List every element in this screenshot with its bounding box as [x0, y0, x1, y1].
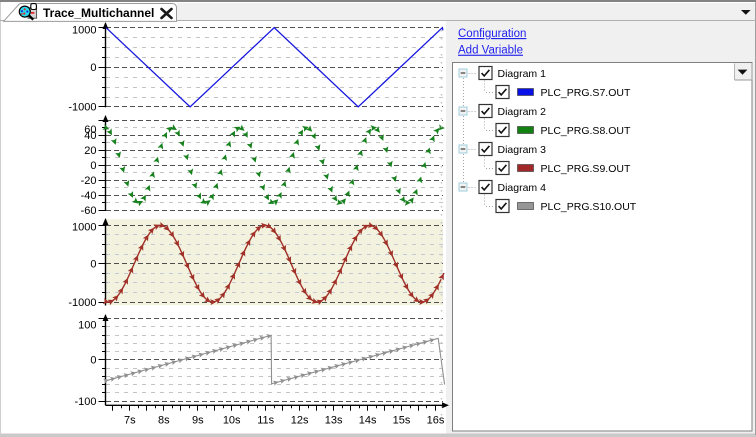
svg-text:Trace_Multichannel: Trace_Multichannel [43, 6, 154, 20]
svg-text:100: 100 [78, 320, 96, 332]
svg-text:Diagram 2: Diagram 2 [498, 106, 547, 118]
svg-text:0: 0 [90, 62, 96, 74]
svg-text:8s: 8s [158, 414, 170, 426]
svg-text:1000: 1000 [72, 25, 96, 37]
svg-text:12s: 12s [291, 414, 309, 426]
svg-text:0: 0 [90, 355, 96, 367]
svg-text:40: 40 [84, 130, 96, 142]
svg-text:11s: 11s [257, 414, 274, 426]
svg-text:-60: -60 [81, 205, 97, 217]
svg-text:Diagram 1: Diagram 1 [498, 68, 547, 80]
svg-text:Diagram 4: Diagram 4 [498, 182, 547, 194]
svg-text:PLC_PRG.S10.OUT: PLC_PRG.S10.OUT [541, 201, 637, 213]
svg-text:10s: 10s [223, 414, 241, 426]
svg-text:Configuration: Configuration [458, 28, 526, 40]
svg-text:0: 0 [90, 259, 96, 271]
svg-text:0: 0 [90, 160, 96, 172]
svg-text:PLC_PRG.S9.OUT: PLC_PRG.S9.OUT [541, 163, 631, 175]
svg-text:9s: 9s [192, 414, 204, 426]
svg-text:13s: 13s [325, 414, 343, 426]
svg-text:-1000: -1000 [68, 297, 96, 309]
svg-text:-20: -20 [81, 175, 97, 187]
svg-text:-100: -100 [74, 396, 96, 408]
svg-text:14s: 14s [359, 414, 377, 426]
svg-text:15s: 15s [393, 414, 411, 426]
svg-text:PLC_PRG.S8.OUT: PLC_PRG.S8.OUT [541, 125, 631, 137]
svg-text:20: 20 [84, 145, 96, 157]
svg-text:16s: 16s [427, 414, 445, 426]
svg-text:1000: 1000 [72, 221, 96, 233]
svg-text:7s: 7s [124, 414, 136, 426]
svg-text:-1000: -1000 [68, 102, 96, 114]
svg-text:PLC_PRG.S7.OUT: PLC_PRG.S7.OUT [541, 87, 631, 99]
svg-text:-40: -40 [81, 190, 97, 202]
svg-text:Diagram 3: Diagram 3 [498, 144, 547, 156]
svg-text:Add Variable: Add Variable [458, 45, 523, 57]
